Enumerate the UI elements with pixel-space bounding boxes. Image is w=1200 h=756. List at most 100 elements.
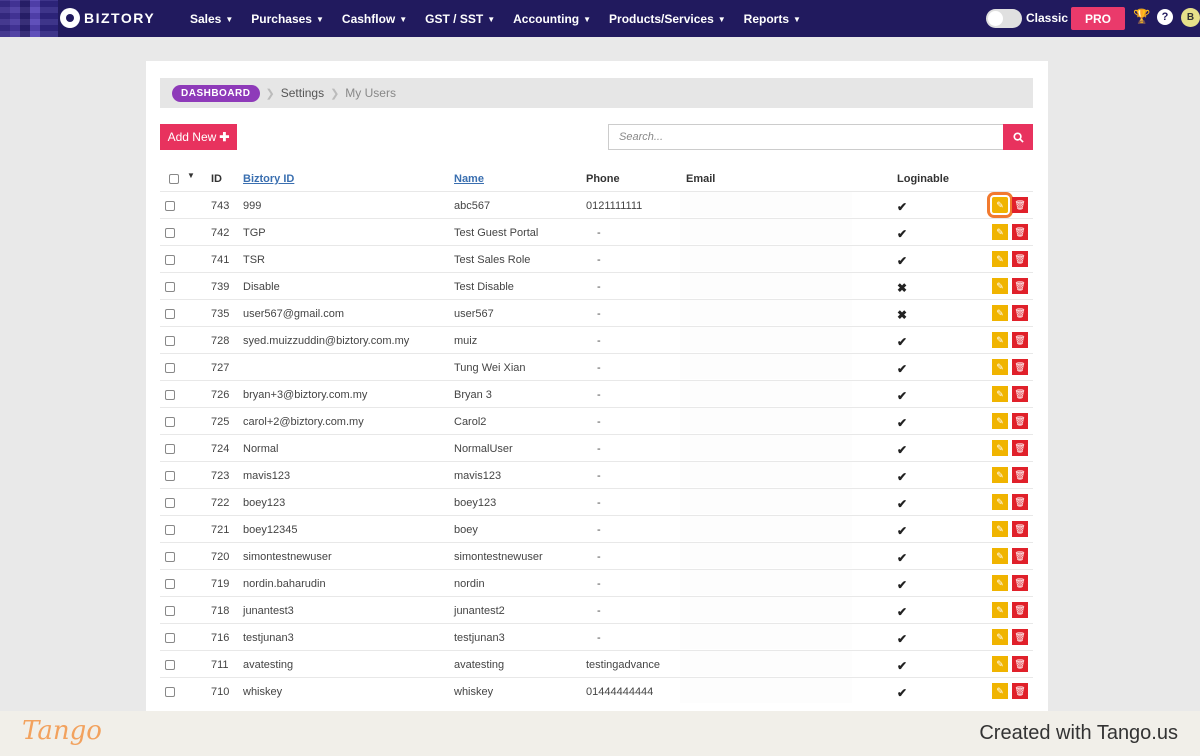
edit-button[interactable]: ✎ — [992, 602, 1008, 618]
delete-button[interactable]: 🗑 — [1012, 386, 1028, 402]
edit-button[interactable]: ✎ — [992, 683, 1008, 699]
cell-name: testjunan3 — [454, 632, 505, 644]
search-button[interactable] — [1003, 124, 1033, 150]
nav-item-label: Cashflow — [341, 11, 396, 26]
delete-button[interactable]: 🗑 — [1012, 656, 1028, 672]
row-checkbox[interactable] — [165, 228, 175, 238]
row-checkbox[interactable] — [165, 363, 175, 373]
edit-button[interactable]: ✎ — [992, 656, 1008, 672]
delete-button[interactable]: 🗑 — [1012, 629, 1028, 645]
pencil-icon: ✎ — [996, 523, 1004, 534]
row-checkbox[interactable] — [165, 633, 175, 643]
delete-button[interactable]: 🗑 — [1012, 467, 1028, 483]
edit-button[interactable]: ✎ — [992, 224, 1008, 240]
row-checkbox[interactable] — [165, 390, 175, 400]
cell-phone: - — [597, 308, 601, 320]
edit-button[interactable]: ✎ — [992, 386, 1008, 402]
cell-id: 727 — [211, 362, 230, 374]
delete-button[interactable]: 🗑 — [1012, 494, 1028, 510]
check-icon: ✔ — [897, 443, 908, 457]
nav-item-accounting[interactable]: Accounting ▼ — [513, 12, 591, 26]
row-checkbox[interactable] — [165, 309, 175, 319]
edit-button[interactable]: ✎ — [992, 359, 1008, 375]
delete-button[interactable]: 🗑 — [1012, 548, 1028, 564]
breadcrumb-settings[interactable]: Settings — [281, 86, 324, 100]
edit-button[interactable]: ✎ — [992, 332, 1008, 348]
cell-email — [680, 678, 852, 703]
table-row: 720 simontestnewuser simontestnewuser - ✔ ✎ 🗑 — [160, 542, 1033, 569]
row-checkbox[interactable] — [165, 525, 175, 535]
table-row: 728 syed.muizzuddin@biztory.com.my muiz - ✔ ✎… — [160, 326, 1033, 353]
breadcrumb-dashboard[interactable]: DASHBOARD — [172, 84, 260, 102]
check-icon: ✔ — [897, 524, 908, 538]
row-checkbox[interactable] — [165, 606, 175, 616]
row-checkbox[interactable] — [165, 579, 175, 589]
nav-item-cashflow[interactable]: Cashflow ▼ — [342, 12, 407, 26]
header-biztory-id[interactable]: Biztory ID — [243, 173, 294, 185]
row-checkbox[interactable] — [165, 552, 175, 562]
delete-button[interactable]: 🗑 — [1012, 278, 1028, 294]
classic-toggle[interactable] — [986, 9, 1022, 28]
nav-item-gst-sst[interactable]: GST / SST ▼ — [425, 12, 495, 26]
row-checkbox[interactable] — [165, 471, 175, 481]
nav-item-products-services[interactable]: Products/Services ▼ — [609, 12, 726, 26]
delete-button[interactable]: 🗑 — [1012, 413, 1028, 429]
delete-button[interactable]: 🗑 — [1012, 251, 1028, 267]
add-new-button[interactable]: Add New ✚ — [160, 124, 237, 150]
cell-id: 741 — [211, 254, 230, 266]
edit-button[interactable]: ✎ — [992, 440, 1008, 456]
edit-button[interactable]: ✎ — [992, 251, 1008, 267]
delete-button[interactable]: 🗑 — [1012, 197, 1028, 213]
edit-button[interactable]: ✎ — [992, 467, 1008, 483]
delete-button[interactable]: 🗑 — [1012, 521, 1028, 537]
cell-phone: - — [597, 281, 601, 293]
edit-button[interactable]: ✎ — [992, 521, 1008, 537]
edit-button[interactable]: ✎ — [992, 278, 1008, 294]
edit-button[interactable]: ✎ — [992, 413, 1008, 429]
delete-button[interactable]: 🗑 — [1012, 440, 1028, 456]
delete-button[interactable]: 🗑 — [1012, 575, 1028, 591]
row-checkbox[interactable] — [165, 444, 175, 454]
select-dropdown-icon[interactable]: ▼ — [187, 171, 195, 180]
cell-biztory-id: simontestnewuser — [243, 551, 332, 563]
edit-button[interactable]: ✎ — [992, 575, 1008, 591]
delete-button[interactable]: 🗑 — [1012, 305, 1028, 321]
nav-item-sales[interactable]: Sales ▼ — [190, 12, 233, 26]
delete-button[interactable]: 🗑 — [1012, 602, 1028, 618]
edit-button[interactable]: ✎ — [992, 305, 1008, 321]
select-all-checkbox[interactable] — [169, 174, 179, 184]
row-checkbox[interactable] — [165, 498, 175, 508]
avatar[interactable]: B — [1181, 8, 1200, 27]
delete-button[interactable]: 🗑 — [1012, 359, 1028, 375]
row-checkbox[interactable] — [165, 282, 175, 292]
delete-button[interactable]: 🗑 — [1012, 332, 1028, 348]
edit-button[interactable]: ✎ — [992, 494, 1008, 510]
logo-text[interactable]: BIZTORY — [84, 10, 155, 26]
delete-button[interactable]: 🗑 — [1012, 224, 1028, 240]
trophy-icon[interactable]: 🏆 — [1133, 8, 1150, 25]
row-checkbox[interactable] — [165, 417, 175, 427]
delete-button[interactable]: 🗑 — [1012, 683, 1028, 699]
search-input[interactable] — [608, 124, 1004, 150]
logo-icon[interactable] — [60, 8, 80, 28]
cell-email — [680, 597, 852, 622]
pro-button[interactable]: PRO — [1071, 7, 1125, 30]
row-checkbox[interactable] — [165, 255, 175, 265]
table-row: 710 whiskey whiskey 01444444444 ✔ ✎ 🗑 — [160, 677, 1033, 704]
row-checkbox[interactable] — [165, 201, 175, 211]
row-checkbox[interactable] — [165, 687, 175, 697]
edit-button[interactable]: ✎ — [992, 548, 1008, 564]
trash-icon: 🗑 — [1014, 523, 1026, 534]
edit-button[interactable]: ✎ — [992, 629, 1008, 645]
help-icon[interactable]: ? — [1157, 9, 1173, 25]
header-name[interactable]: Name — [454, 173, 484, 185]
cell-name: Carol2 — [454, 416, 487, 428]
row-checkbox[interactable] — [165, 660, 175, 670]
pencil-icon: ✎ — [996, 415, 1004, 426]
table-row: 716 testjunan3 testjunan3 - ✔ ✎ 🗑 — [160, 623, 1033, 650]
edit-button[interactable]: ✎ — [987, 192, 1013, 218]
table-row: 724 Normal NormalUser - ✔ ✎ 🗑 — [160, 434, 1033, 461]
nav-item-purchases[interactable]: Purchases ▼ — [251, 12, 324, 26]
nav-item-reports[interactable]: Reports ▼ — [744, 12, 801, 26]
row-checkbox[interactable] — [165, 336, 175, 346]
